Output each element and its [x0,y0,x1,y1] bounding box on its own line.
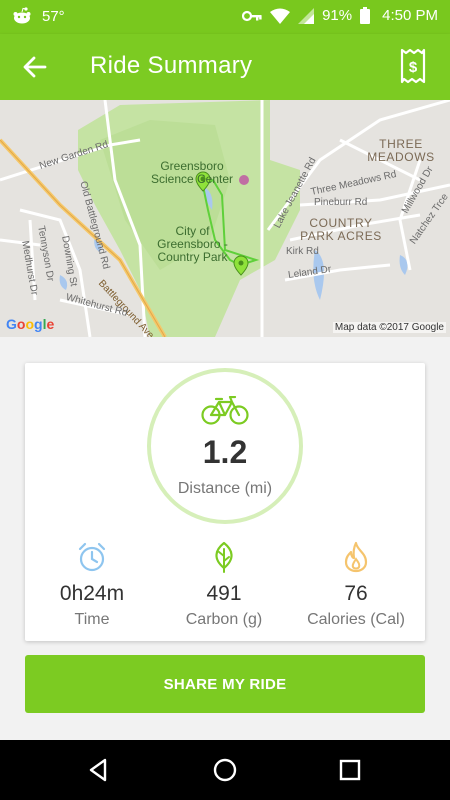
calories-value: 76 [344,582,368,605]
time-value: 0h24m [59,582,125,605]
place-label: THREE MEADOWS [367,137,435,164]
recents-square-icon[interactable] [334,754,366,786]
back-arrow-icon[interactable] [18,50,52,84]
google-logo: Google [6,316,55,332]
system-nav-bar [0,740,450,800]
carbon-value: 491 [206,582,242,605]
svg-text:$: $ [409,59,418,76]
clock-time: 4:50 PM [382,7,438,24]
app-bar: Ride Summary $ [0,34,450,100]
distance-ring: 1.2 Distance (mi) [147,368,303,524]
clock-icon [78,542,106,572]
calories-stat: 76 Calories (Cal) [291,541,421,629]
route-map[interactable]: New Garden Rd Old Battleground Rd Tennys… [0,100,450,337]
key-icon [242,10,262,21]
home-circle-icon[interactable] [209,754,241,786]
map-attribution[interactable]: Map data ©2017 Google [332,322,446,333]
leaf-icon [215,541,233,573]
temperature-text: 57° [42,7,65,25]
distance-label: Distance (mi) [177,480,273,497]
time-stat: 0h24m Time [27,541,157,629]
flame-icon [344,541,368,573]
park-label: City of Greensboro - Country Park [157,224,228,264]
bicycle-icon [201,396,249,425]
carbon-stat: 491 Carbon (g) [159,541,289,629]
share-ride-button[interactable]: SHARE MY RIDE [25,655,425,713]
signal-icon [298,7,315,24]
distance-value: 1.2 [202,434,248,470]
status-bar: 57° 91% 4:50 PM [0,0,450,34]
street-label: Kirk Rd [286,246,319,257]
place-label: COUNTRY PARK ACRES [300,216,382,243]
page-title: Ride Summary [90,52,253,79]
battery-icon [360,7,371,24]
poi-label: Greensboro Science Center [150,159,234,186]
calories-label: Calories (Cal) [307,611,405,628]
back-triangle-icon[interactable] [83,754,115,786]
street-label: Pineburr Rd [314,197,368,208]
ride-summary-card: 1.2 Distance (mi) 0h24m Time 491 Carbon … [25,363,425,641]
wifi-icon [270,8,291,24]
battery-percent: 91% [322,7,353,24]
time-label: Time [74,611,110,628]
receipt-dollar-icon[interactable]: $ [398,47,428,85]
carbon-label: Carbon (g) [185,611,263,628]
reddit-icon [13,7,31,24]
